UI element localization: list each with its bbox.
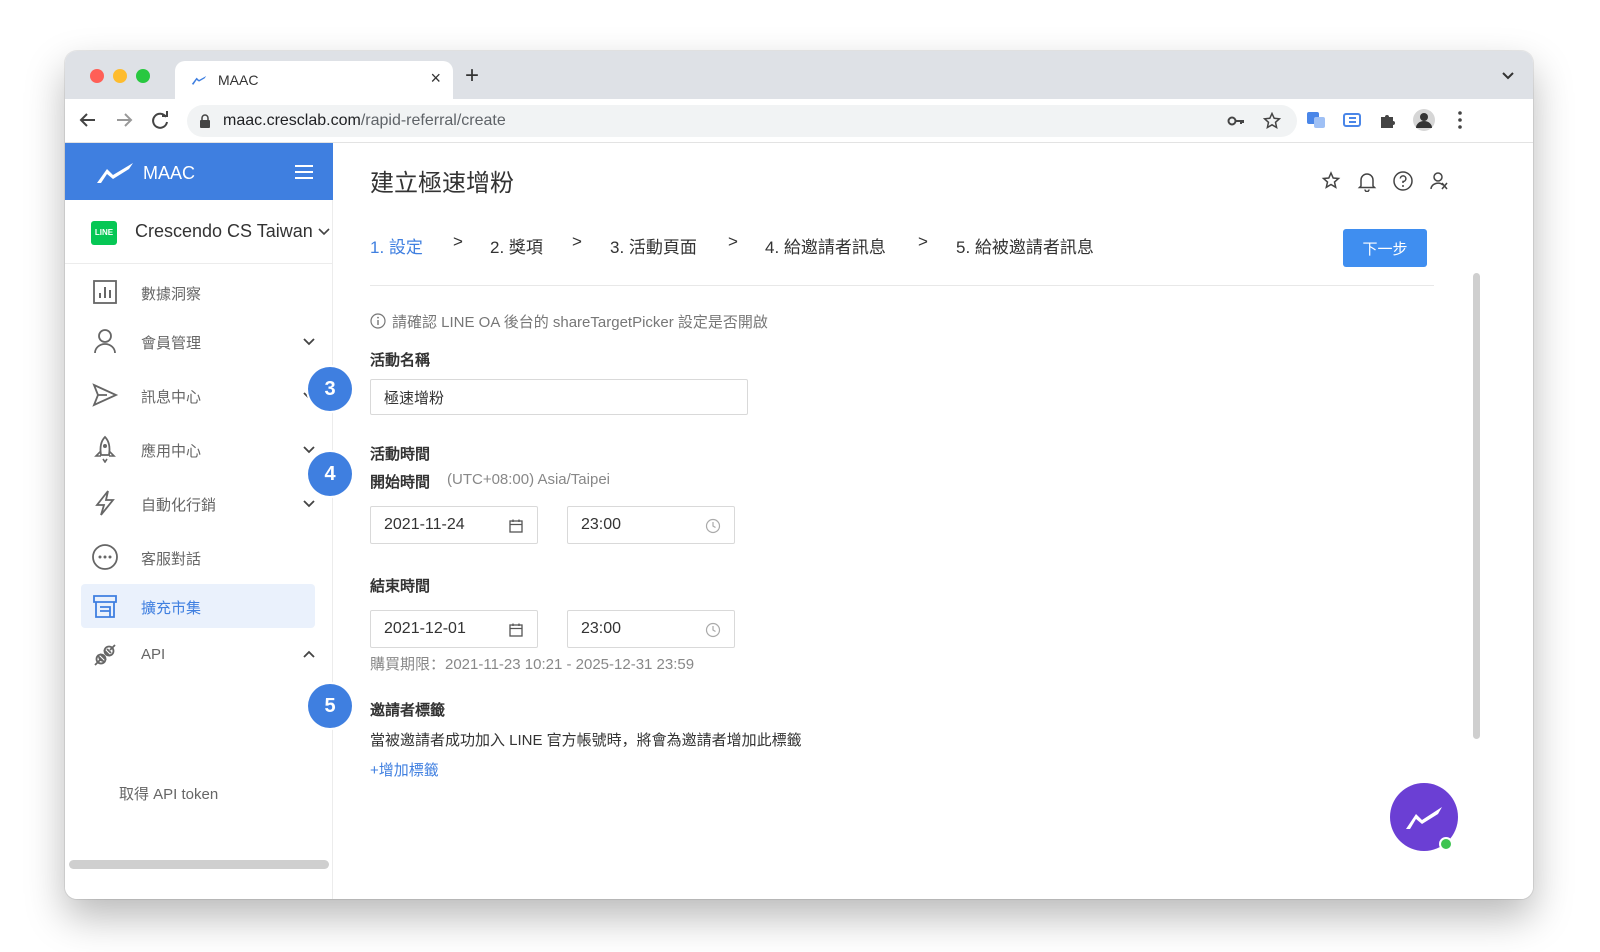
sidebar-item-automation[interactable]: 自動化行銷 [81, 481, 315, 525]
end-time-label: 結束時間 [370, 578, 431, 595]
start-date-picker[interactable]: 2021-11-24 [370, 506, 538, 544]
page-title: 建立極速增粉 [370, 170, 514, 197]
chevron-down-icon [303, 500, 315, 508]
hamburger-menu-icon[interactable] [295, 165, 313, 179]
address-bar: maac.cresclab.com/rapid-referral/create [65, 99, 1533, 143]
sidebar: MAAC LINE Crescendo CS Taiwan 數據洞察 會員管理 … [65, 143, 333, 899]
next-step-button[interactable]: 下一步 [1343, 229, 1427, 267]
sidebar-item-messages[interactable]: 訊息中心 [81, 373, 315, 417]
clock-icon [705, 622, 721, 638]
minimize-window-button[interactable] [113, 69, 127, 83]
inviter-tag-description: 當被邀請者成功加入 LINE 官方帳號時，將會為邀請者增加此標籤 [370, 732, 802, 749]
rocket-icon [94, 435, 116, 463]
tab-title: MAAC [218, 72, 259, 88]
calendar-icon [509, 519, 523, 533]
line-logo-icon: LINE [91, 221, 117, 245]
extensions-puzzle-icon[interactable] [1377, 109, 1399, 131]
chevron-down-icon [303, 338, 315, 346]
store-icon [93, 595, 117, 618]
tab-bar: MAAC × + [65, 51, 1533, 99]
step-landing-page[interactable]: 3. 活動頁面 [610, 233, 697, 258]
step-inviter-message[interactable]: 4. 給邀請者訊息 [765, 233, 886, 258]
brand-bar: MAAC [65, 143, 333, 200]
purchase-period-text: 購買期限：2021-11-23 10:21 - 2025-12-31 23:59 [370, 656, 695, 673]
chevron-down-icon [303, 446, 315, 454]
inviter-tag-label: 邀請者標籤 [370, 702, 446, 719]
translate-extension-icon[interactable] [1305, 109, 1327, 131]
account-selector[interactable]: LINE Crescendo CS Taiwan [65, 200, 333, 264]
maac-logo-icon [1406, 807, 1442, 829]
browser-window: MAAC × + maac.cresclab.com/rapid-referra… [65, 51, 1533, 899]
end-time-picker[interactable]: 23:00 [567, 610, 735, 648]
bookmark-star-icon[interactable] [1263, 112, 1281, 130]
lock-icon [200, 114, 210, 128]
add-tag-link[interactable]: +增加標籤 [370, 759, 439, 780]
step-settings[interactable]: 1. 設定 [370, 233, 423, 258]
info-icon [370, 313, 386, 329]
sidebar-subitem-api-token[interactable]: 取得 API token [119, 783, 218, 804]
brand-name: MAAC [143, 163, 196, 183]
maximize-window-button[interactable] [136, 69, 150, 83]
step-prizes[interactable]: 2. 獎項 [490, 233, 543, 258]
sidebar-item-insights[interactable]: 數據洞察 [81, 270, 315, 314]
step-invitee-message[interactable]: 5. 給被邀請者訊息 [956, 233, 1094, 258]
chat-widget-button[interactable] [1390, 783, 1458, 851]
campaign-time-label: 活動時間 [370, 446, 431, 463]
omnibox[interactable]: maac.cresclab.com/rapid-referral/create [187, 105, 1297, 137]
sidebar-item-members[interactable]: 會員管理 [81, 319, 315, 363]
bell-icon[interactable] [1356, 170, 1378, 192]
online-status-dot [1439, 837, 1453, 851]
maac-favicon-icon [191, 76, 207, 85]
start-time-label: 開始時間 [370, 474, 431, 491]
back-icon[interactable] [77, 109, 99, 131]
annotation-badge-4: 4 [308, 452, 352, 496]
main-content: 建立極速增粉 1. 設定 > 2. 獎項 > 3. 活動頁面 > 4. 給邀請者… [333, 143, 1533, 899]
send-icon [92, 383, 119, 407]
chart-icon [93, 280, 117, 304]
sidebar-horizontal-scrollbar[interactable] [69, 860, 329, 869]
chevron-down-icon [318, 228, 330, 236]
main-vertical-scrollbar[interactable] [1473, 273, 1480, 739]
account-switch-icon[interactable] [1428, 170, 1450, 192]
timezone-text: (UTC+08:00) Asia/Taipei [447, 471, 610, 488]
forward-icon[interactable] [113, 109, 135, 131]
chevron-up-icon [303, 650, 315, 658]
tab-search-chevron-icon[interactable] [1501, 68, 1515, 82]
sidebar-item-apps[interactable]: 應用中心 [81, 427, 315, 471]
profile-avatar-icon[interactable] [1413, 109, 1435, 131]
divider [370, 285, 1434, 286]
end-date-picker[interactable]: 2021-12-01 [370, 610, 538, 648]
annotation-badge-5: 5 [308, 684, 352, 728]
maac-logo-icon [97, 163, 133, 183]
help-icon[interactable] [1392, 170, 1414, 192]
tab-close-icon[interactable]: × [430, 68, 441, 89]
plug-icon [94, 644, 116, 666]
url-text: maac.cresclab.com/rapid-referral/create [223, 112, 506, 129]
sidebar-item-api[interactable]: API [81, 633, 315, 677]
campaign-name-input[interactable] [370, 379, 748, 415]
start-time-picker[interactable]: 23:00 [567, 506, 735, 544]
close-window-button[interactable] [90, 69, 104, 83]
chat-bubble-icon [92, 544, 118, 570]
annotation-badge-3: 3 [308, 367, 352, 411]
password-key-icon[interactable] [1227, 112, 1245, 130]
sidebar-item-marketplace[interactable]: 擴充市集 [81, 584, 315, 628]
browser-menu-icon[interactable] [1449, 109, 1471, 131]
sharetargetpicker-notice: 請確認 LINE OA 後台的 shareTargetPicker 設定是否開啟 [392, 314, 768, 331]
campaign-name-label: 活動名稱 [370, 352, 431, 369]
clock-icon [705, 518, 721, 534]
calendar-icon [509, 623, 523, 637]
new-tab-button[interactable]: + [465, 64, 479, 88]
star-icon[interactable] [1320, 170, 1342, 192]
reload-icon[interactable] [149, 109, 171, 131]
browser-tab[interactable]: MAAC × [175, 61, 453, 99]
reader-extension-icon[interactable] [1341, 109, 1363, 131]
bolt-icon [95, 490, 115, 516]
sidebar-item-support-chat[interactable]: 客服對話 [81, 535, 315, 579]
account-name: Crescendo CS Taiwan [135, 221, 313, 241]
user-icon [94, 329, 116, 354]
